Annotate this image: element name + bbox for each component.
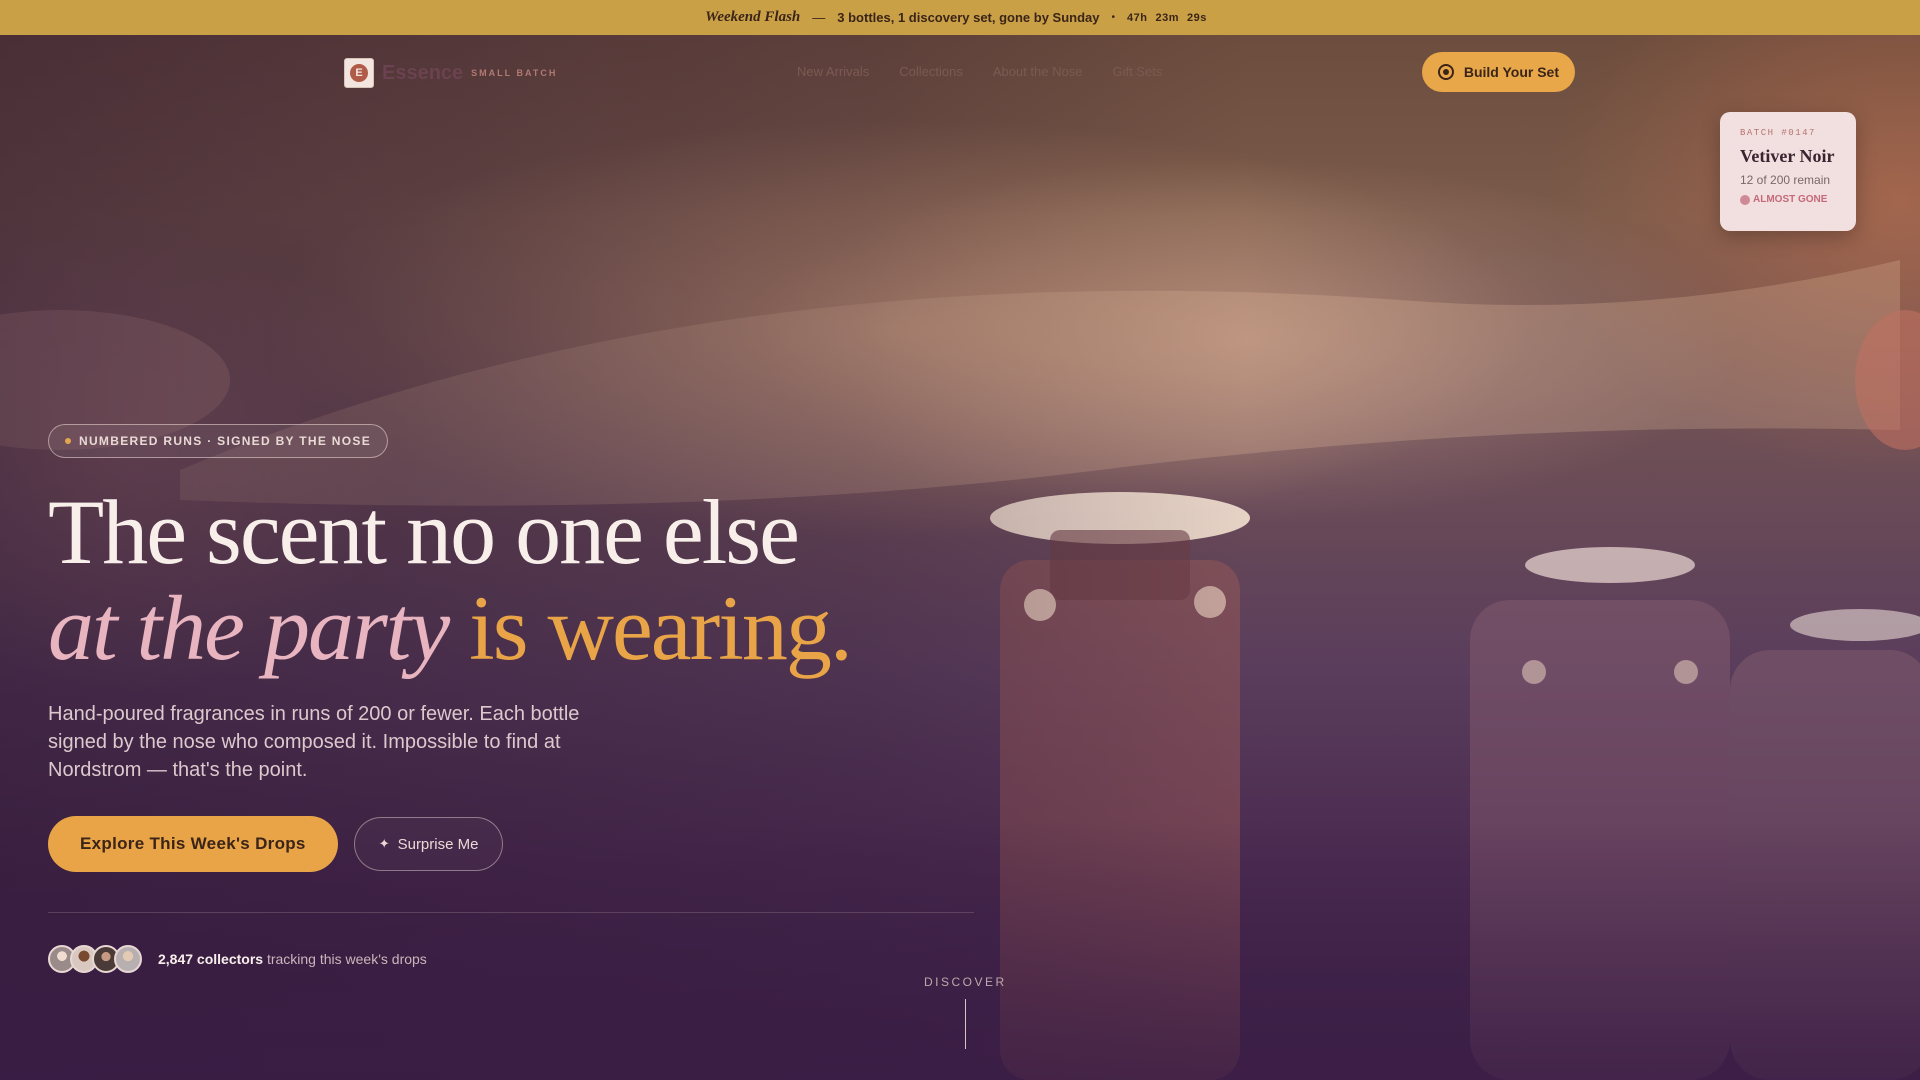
- explore-drops-label: Explore This Week's Drops: [80, 834, 306, 853]
- hero-section: NUMBERED RUNS · SIGNED BY THE NOSE The s…: [48, 424, 974, 973]
- sparkle-icon: ✦: [378, 836, 390, 851]
- discover-scroll-indicator[interactable]: DISCOVER: [924, 975, 1007, 1049]
- nav-link-new-arrivals[interactable]: New Arrivals: [797, 64, 869, 79]
- eyebrow-text: NUMBERED RUNS · SIGNED BY THE NOSE: [79, 434, 372, 448]
- divider: [48, 912, 974, 913]
- headline-italic: at the party: [48, 577, 450, 679]
- collectors-caption: tracking this week's drops: [263, 951, 427, 967]
- hero-buttons: Explore This Week's Drops ✦ Surprise Me: [48, 816, 974, 872]
- announcement-separator: —: [812, 10, 826, 25]
- batch-card[interactable]: BATCH #0147 Vetiver Noir 12 of 200 remai…: [1720, 112, 1856, 231]
- eyebrow-pill: NUMBERED RUNS · SIGNED BY THE NOSE: [48, 424, 389, 458]
- announcement-flash-label: Weekend Flash: [705, 9, 801, 25]
- pulse-dot-icon: [1740, 194, 1750, 205]
- dot-icon: [65, 438, 71, 444]
- scroll-line: [964, 999, 966, 1049]
- collectors-text: 2,847 collectors tracking this week's dr…: [158, 951, 427, 967]
- batch-status-badge: ALMOST GONE: [1740, 194, 1836, 205]
- nav-link-collections[interactable]: Collections: [899, 64, 963, 79]
- explore-drops-button[interactable]: Explore This Week's Drops: [48, 816, 338, 872]
- collectors-count: 2,847 collectors: [158, 951, 264, 967]
- headline-line-1: The scent no one else: [48, 481, 800, 583]
- countdown-seconds: 29s: [1187, 11, 1207, 24]
- nav-link-gift-sets[interactable]: Gift Sets: [1112, 64, 1162, 79]
- nav-link-about-the-nose[interactable]: About the Nose: [993, 64, 1083, 79]
- discover-label: DISCOVER: [924, 975, 1007, 989]
- build-your-set-button[interactable]: Build Your Set: [1421, 52, 1575, 92]
- countdown-hours: 47h: [1127, 11, 1148, 24]
- page: Weekend Flash — 3 bottles, 1 discovery s…: [0, 0, 1920, 1080]
- logo-link[interactable]: E Essence SMALL BATCH: [344, 58, 557, 88]
- batch-remaining: 12 of 200 remain: [1740, 173, 1831, 187]
- headline-gold: is wearing.: [448, 577, 853, 679]
- avatar: [114, 945, 142, 973]
- headline-line-2: at the party is wearing.: [48, 580, 974, 676]
- countdown-timer: 47h 23m 29s: [1127, 12, 1215, 24]
- hero-headline: The scent no one else at the party is we…: [48, 484, 974, 676]
- nav-links: New Arrivals Collections About the Nose …: [797, 64, 1192, 79]
- batch-status-label: ALMOST GONE: [1753, 194, 1828, 205]
- batch-title: Vetiver Noir: [1740, 146, 1835, 166]
- top-nav: E Essence SMALL BATCH New Arrivals Colle…: [0, 36, 1920, 108]
- avatar-stack: [48, 945, 142, 973]
- logo-icon: E: [344, 58, 374, 88]
- batch-number: BATCH #0147: [1740, 128, 1816, 138]
- build-your-set-label: Build Your Set: [1463, 64, 1559, 80]
- brand-name: Essence: [382, 61, 464, 84]
- surprise-me-button[interactable]: ✦ Surprise Me: [353, 817, 504, 871]
- surprise-me-label: Surprise Me: [397, 835, 479, 853]
- announcement-message: 3 bottles, 1 discovery set, gone by Sund…: [837, 10, 1100, 25]
- social-proof: 2,847 collectors tracking this week's dr…: [48, 945, 974, 973]
- brand-tagline: SMALL BATCH: [471, 68, 558, 78]
- countdown-minutes: 23m: [1155, 11, 1180, 24]
- hero-subcopy: Hand-poured fragrances in runs of 200 or…: [48, 703, 580, 781]
- logo-glyph: E: [350, 64, 368, 82]
- announcement-bullet: •: [1111, 12, 1116, 23]
- announcement-bar: Weekend Flash — 3 bottles, 1 discovery s…: [0, 0, 1920, 35]
- target-icon: [1437, 64, 1454, 80]
